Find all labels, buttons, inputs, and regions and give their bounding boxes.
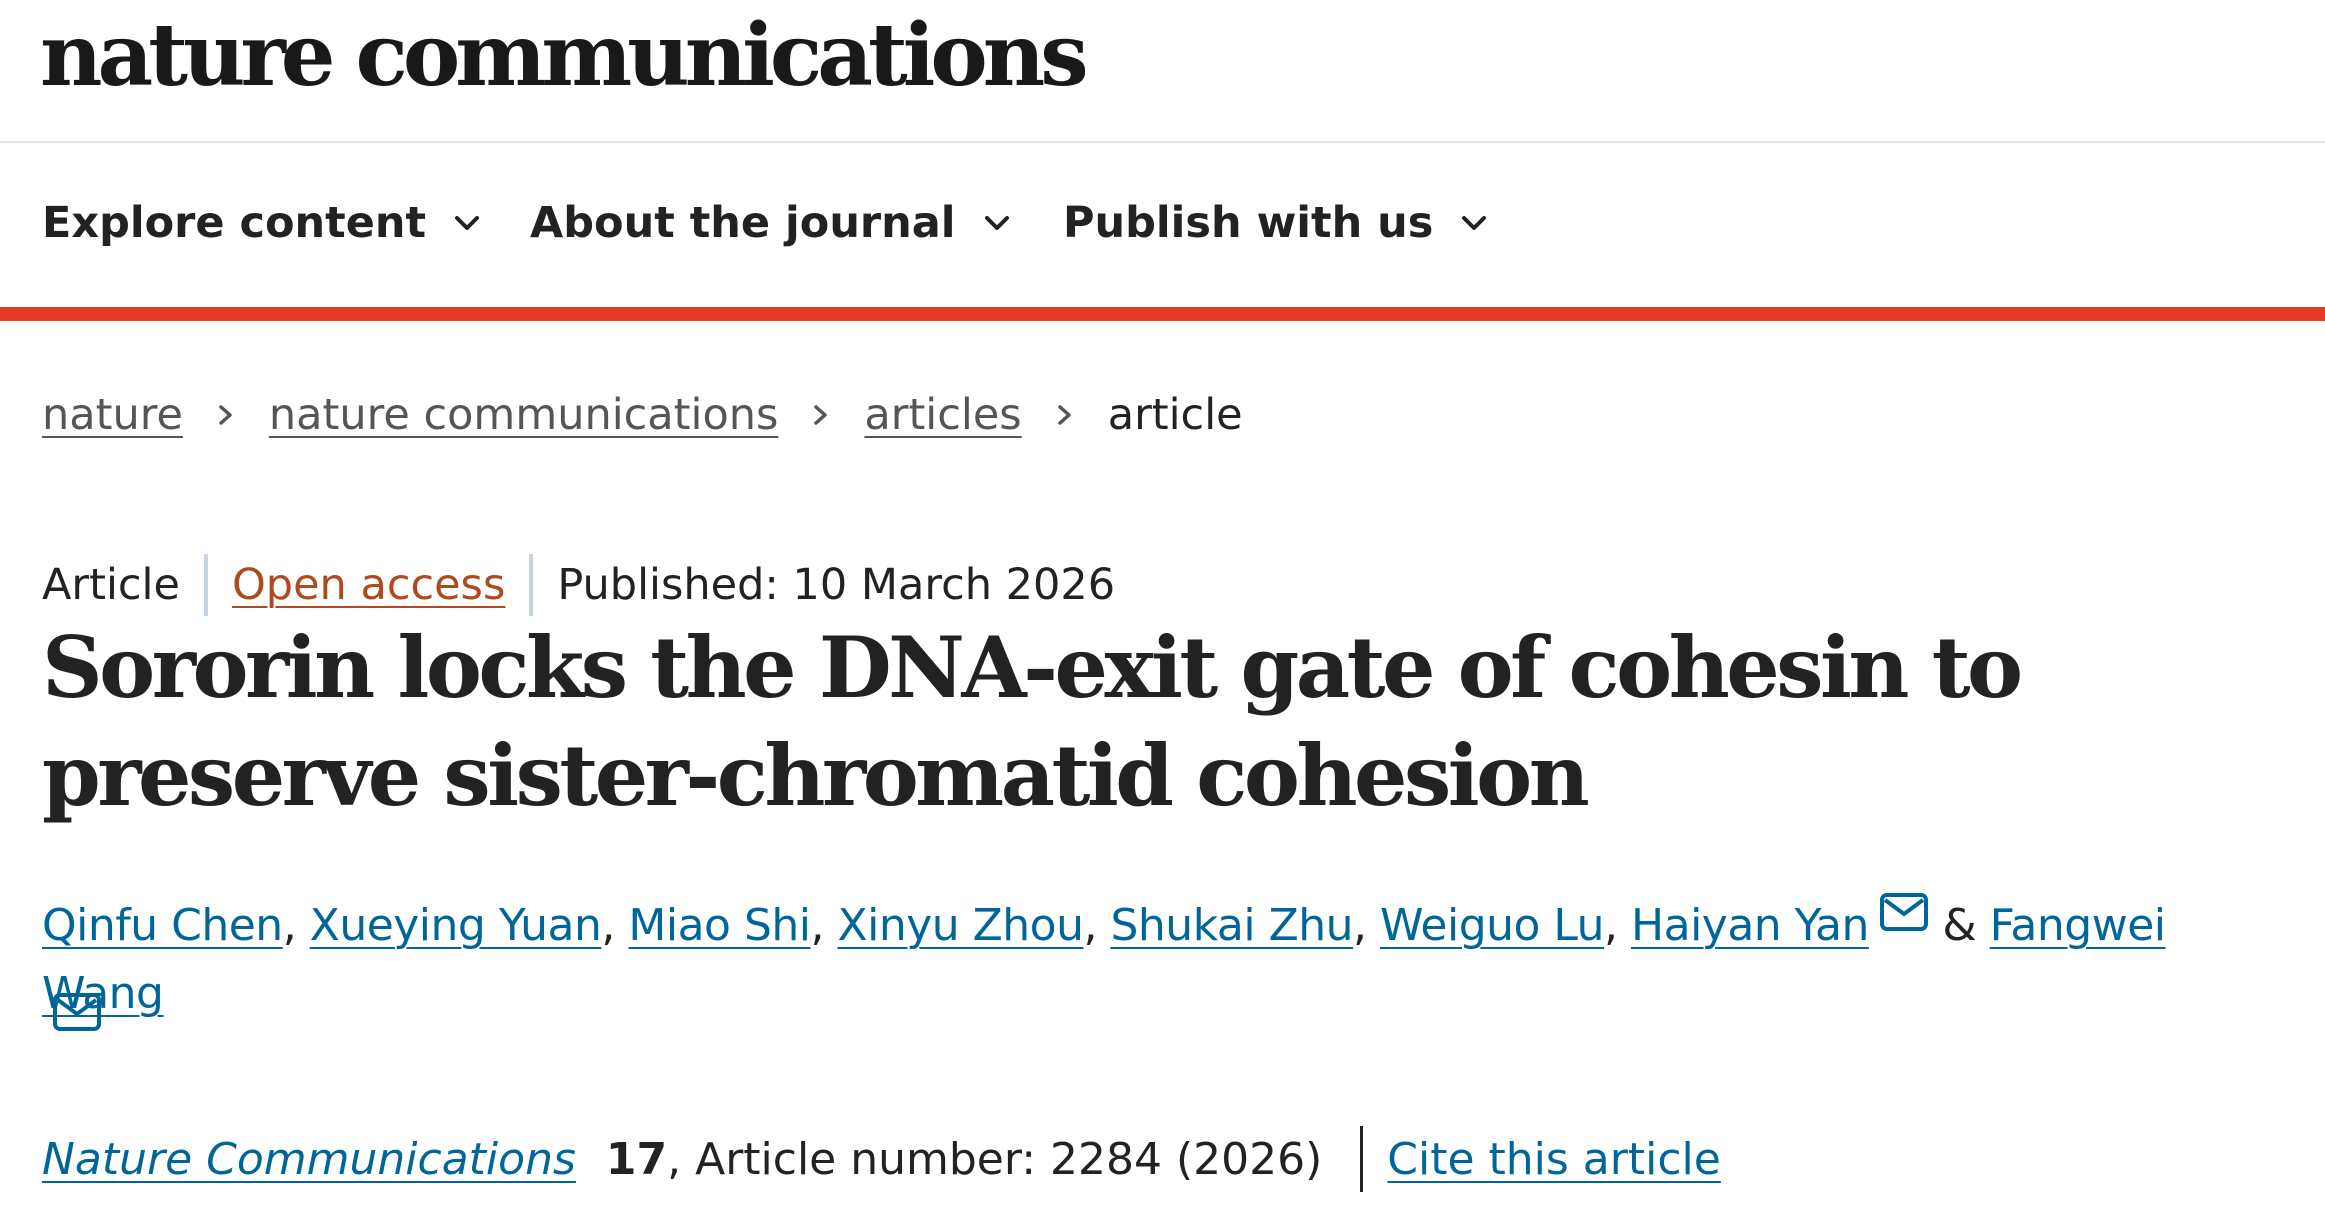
nav-about-the-journal[interactable]: About the journal [530,197,1012,249]
nav-item-label: Publish with us [1063,198,1434,248]
chevron-down-icon [452,208,482,238]
breadcrumb: nature nature communications articles ar… [42,385,1243,445]
meta-divider [203,554,208,616]
chevron-down-icon [982,208,1012,238]
volume-number: 17 [605,1133,668,1185]
meta-divider [529,554,534,616]
nav-item-label: Explore content [42,198,427,248]
mail-icon[interactable] [52,992,102,1032]
nav-explore-content[interactable]: Explore content [42,197,482,249]
chevron-right-icon [1054,400,1076,430]
breadcrumb-link-nature[interactable]: nature [42,390,183,440]
chevron-down-icon [1459,208,1489,238]
chevron-right-icon [810,400,832,430]
author-separator: , [810,900,838,951]
author-link[interactable]: Xinyu Zhou [837,900,1084,951]
citation-divider [1360,1126,1364,1192]
author-separator: , [1604,900,1632,951]
author-separator: , [1083,900,1111,951]
masthead: nature communications [0,0,2325,143]
author-joiner: & [1942,900,1990,951]
cite-this-article-link[interactable]: Cite this article [1387,1134,1721,1185]
journal-link[interactable]: Nature Communications [42,1134,576,1185]
breadcrumb-link-articles[interactable]: articles [864,390,1021,440]
citation-row: Nature Communications 17 , Article numbe… [42,1125,1721,1193]
author-link[interactable]: Miao Shi [628,900,811,951]
author-link[interactable]: Weiguo Lu [1380,900,1605,951]
article-meta: Article Open access Published: 10 March … [42,553,1115,617]
nav-item-label: About the journal [530,198,956,248]
article-title: Sororin locks the DNA-exit gate of cohes… [42,618,2023,825]
published-date: Published: 10 March 2026 [557,560,1116,610]
article-number: , Article number: 2284 (2026) [667,1133,1323,1185]
author-link[interactable]: Shukai Zhu [1110,900,1353,951]
author-separator: , [1352,900,1380,951]
breadcrumb-link-nature-communications[interactable]: nature communications [269,390,779,440]
author-list: Qinfu Chen, Xueying Yuan, Miao Shi, Xiny… [42,892,2292,1028]
author-separator: , [601,900,629,951]
chevron-right-icon [215,400,237,430]
author-link[interactable]: Haiyan Yan [1631,900,1869,951]
open-access-link[interactable]: Open access [232,560,505,610]
breadcrumb-current: article [1107,390,1243,440]
nav-accent-bar [0,307,2325,321]
author-separator: , [282,900,310,951]
author-link[interactable]: Qinfu Chen [42,900,283,951]
mail-icon[interactable] [1879,892,1929,932]
nav-publish-with-us[interactable]: Publish with us [1063,197,1489,249]
main-nav: Explore content About the journal Publis… [0,143,2325,307]
journal-logo[interactable]: nature communications [40,0,1089,112]
article-type: Article [42,560,180,610]
author-link[interactable]: Xueying Yuan [310,900,602,951]
